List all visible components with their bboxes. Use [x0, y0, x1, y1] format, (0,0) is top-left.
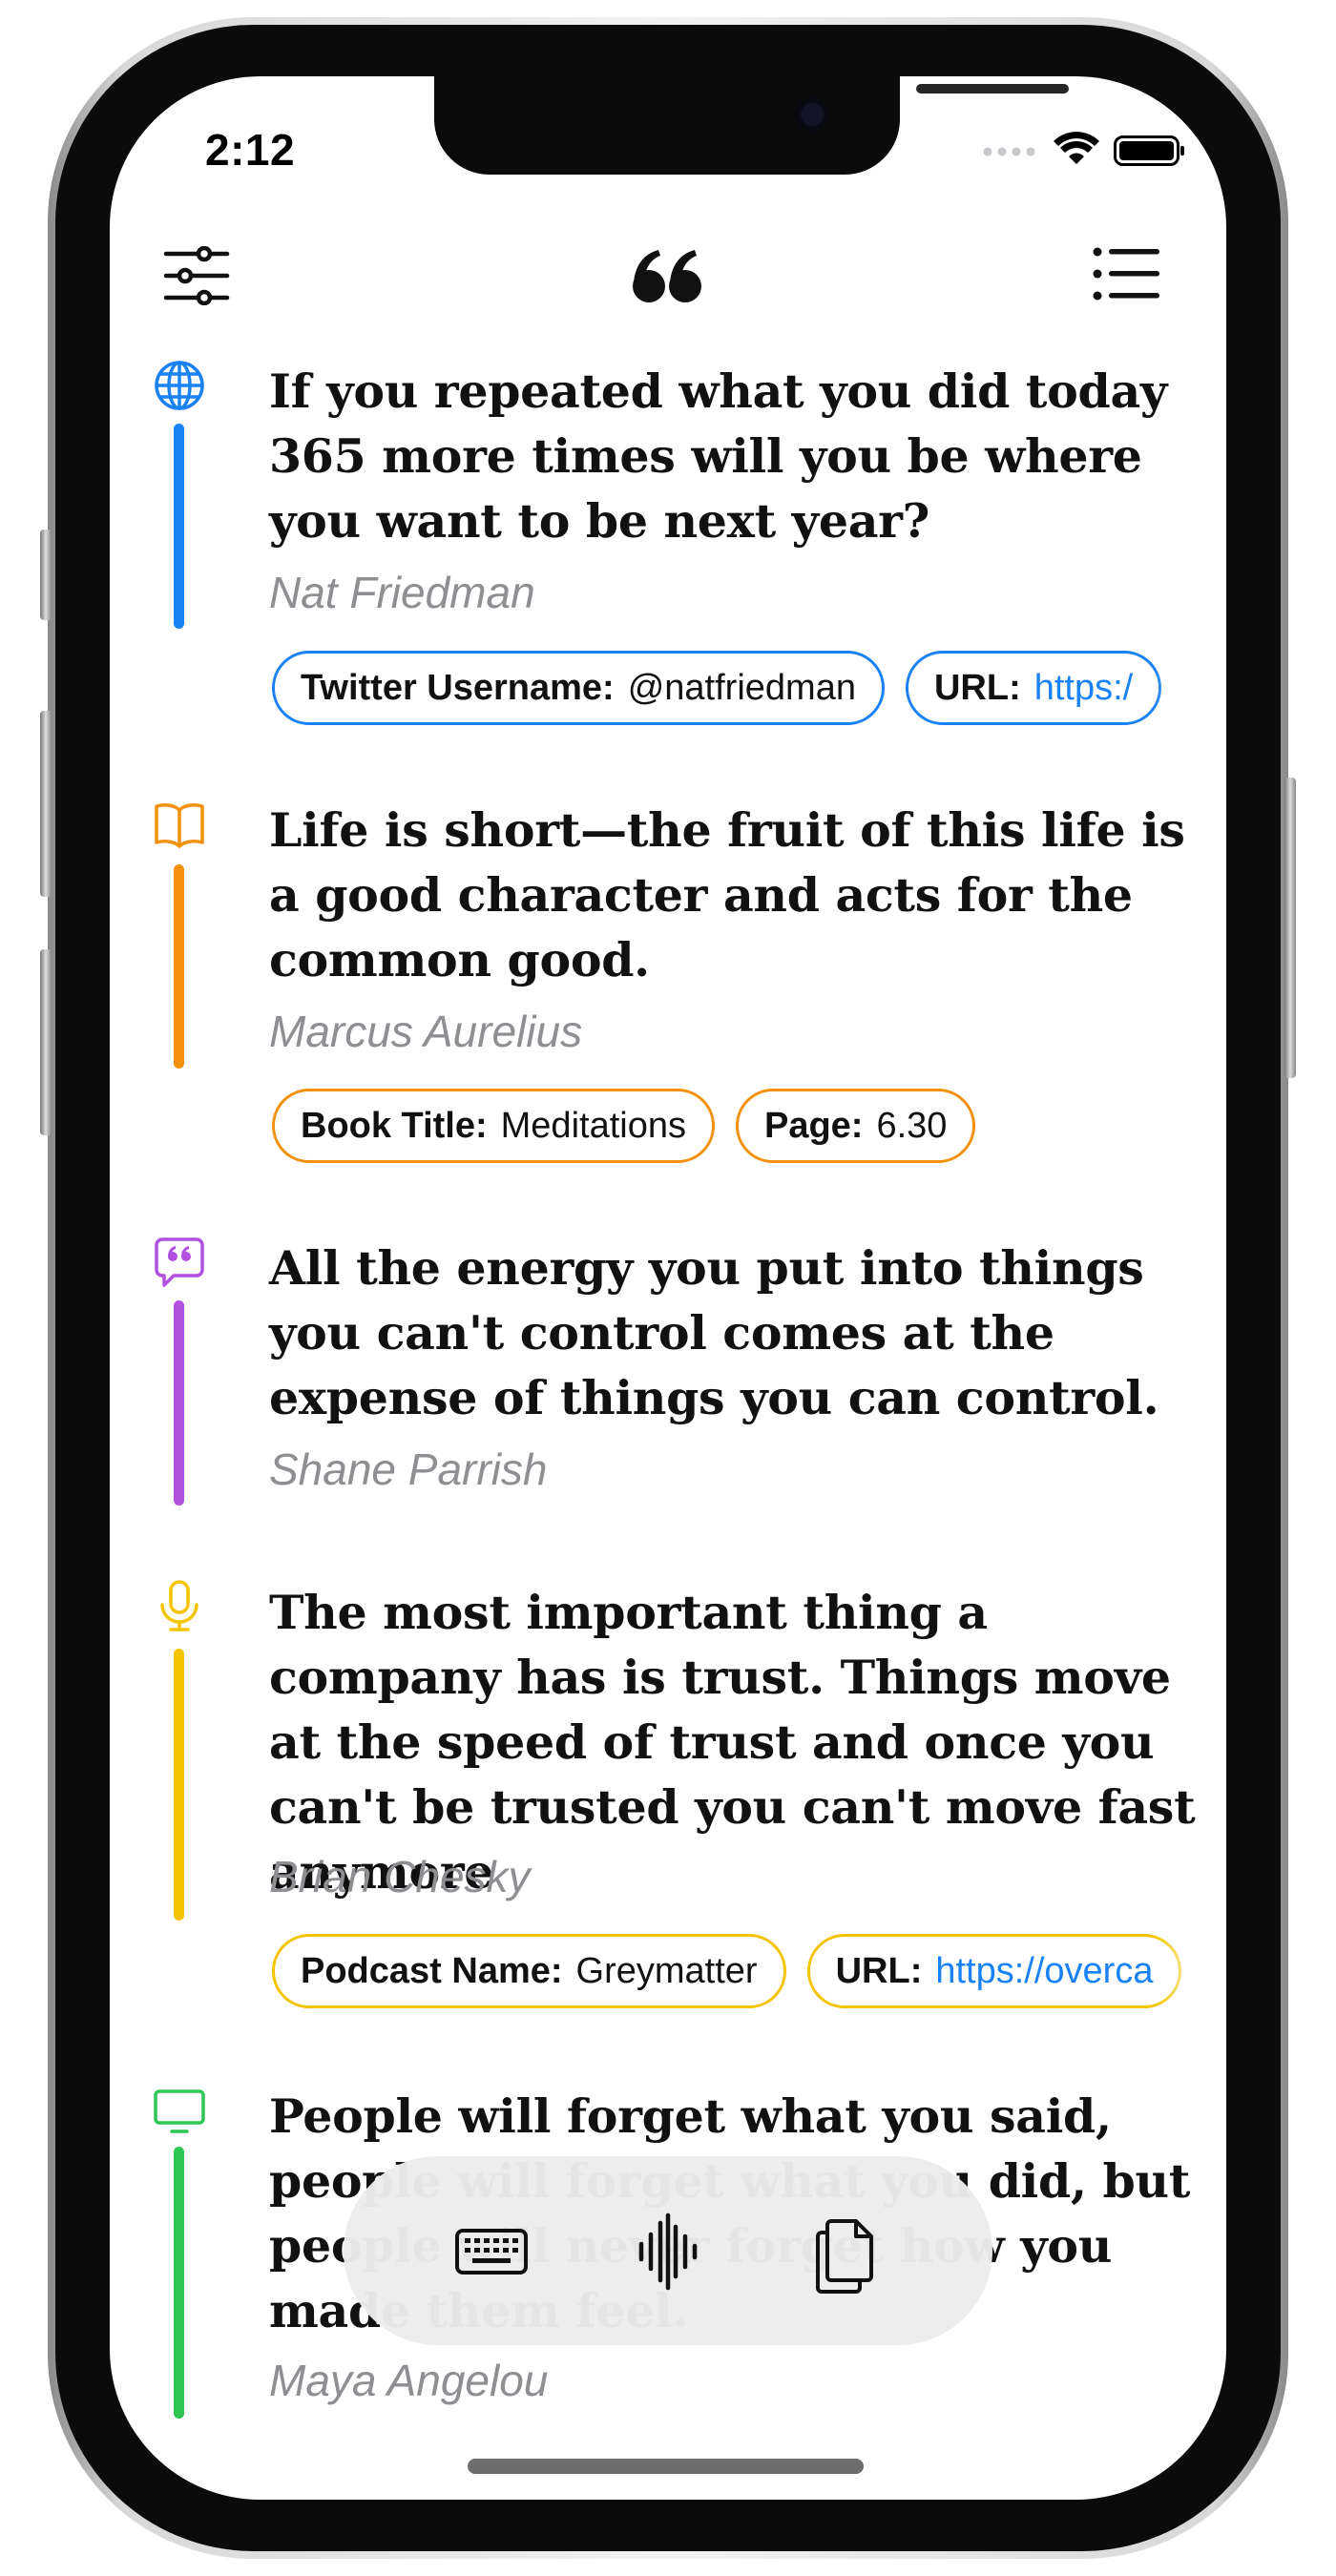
metadata-chip[interactable]: Twitter Username: @natfriedman — [272, 651, 885, 725]
list-icon[interactable] — [1093, 246, 1161, 301]
quote-entry[interactable]: All the energy you put into things you c… — [153, 1236, 1212, 1522]
status-indicators — [980, 126, 1190, 174]
home-indicator[interactable] — [468, 2459, 864, 2474]
metadata-chip[interactable]: Book Title: Meditations — [272, 1089, 715, 1163]
keyboard-icon[interactable] — [444, 2204, 539, 2299]
quote-author: Brian Chesky — [269, 1852, 531, 1901]
battery-icon — [1114, 135, 1184, 166]
source-color-bar — [174, 2147, 184, 2419]
quote-entry[interactable]: The most important thing a company has i… — [153, 1580, 1212, 2095]
status-time: 2:12 — [205, 125, 296, 175]
metadata-chips: Book Title: Meditations Page: 6.30 — [272, 1089, 1212, 1163]
waveform-icon[interactable] — [620, 2204, 716, 2299]
metadata-chips: Twitter Username: @natfriedman URL: https:/ — [272, 651, 1212, 725]
quote-text: If you repeated what you did today 365 m… — [269, 364, 1168, 549]
quote-text: All the energy you put into things you c… — [269, 1240, 1159, 1425]
quote-author: Nat Friedman — [269, 568, 535, 617]
cellular-dots-icon — [983, 147, 1035, 156]
volume-down-button — [40, 949, 52, 1135]
quote-author: Shane Parrish — [269, 1444, 548, 1494]
source-color-bar — [174, 1649, 184, 1921]
microphone-icon — [160, 1580, 198, 1631]
metadata-chip[interactable]: URL: https://overca — [806, 1934, 1182, 2008]
wifi-icon — [1054, 132, 1099, 164]
quote-author: Marcus Aurelius — [269, 1007, 583, 1056]
speaker-grille — [916, 84, 1069, 93]
quote-text: Life is short—the fruit of this life is … — [269, 802, 1185, 987]
quote-author: Maya Angelou — [269, 2356, 549, 2405]
chip-fade — [1155, 651, 1212, 725]
globe-icon — [155, 361, 204, 410]
quote-entry[interactable]: If you repeated what you did today 365 m… — [153, 359, 1212, 740]
chip-fade — [1155, 1934, 1212, 2008]
volume-up-button — [40, 711, 52, 897]
metadata-chip[interactable]: URL: https:/ — [905, 651, 1162, 725]
mute-switch — [40, 530, 52, 620]
metadata-chip[interactable]: Page: 6.30 — [735, 1089, 976, 1163]
floating-action-bar — [344, 2156, 992, 2345]
metadata-chip[interactable]: Podcast Name: Greymatter — [272, 1934, 786, 2008]
book-icon — [155, 803, 204, 848]
sliders-icon[interactable] — [162, 246, 231, 305]
quote-bubble-icon — [155, 1237, 204, 1287]
source-color-bar — [174, 864, 184, 1069]
quote-entry[interactable]: Life is short—the fruit of this life is … — [153, 798, 1212, 1179]
metadata-chips: Podcast Name: Greymatter URL: https://overc… — [272, 1934, 1212, 2008]
clipboard-icon[interactable] — [797, 2204, 892, 2299]
front-camera — [795, 97, 829, 132]
tv-icon — [154, 2089, 205, 2133]
power-button — [1284, 778, 1296, 1078]
source-color-bar — [174, 424, 184, 629]
notch — [434, 76, 1069, 175]
screen: 2:12 If you repeated what you did today … — [110, 76, 1226, 2500]
source-color-bar — [174, 1300, 184, 1506]
quote-mark-icon — [633, 250, 701, 302]
